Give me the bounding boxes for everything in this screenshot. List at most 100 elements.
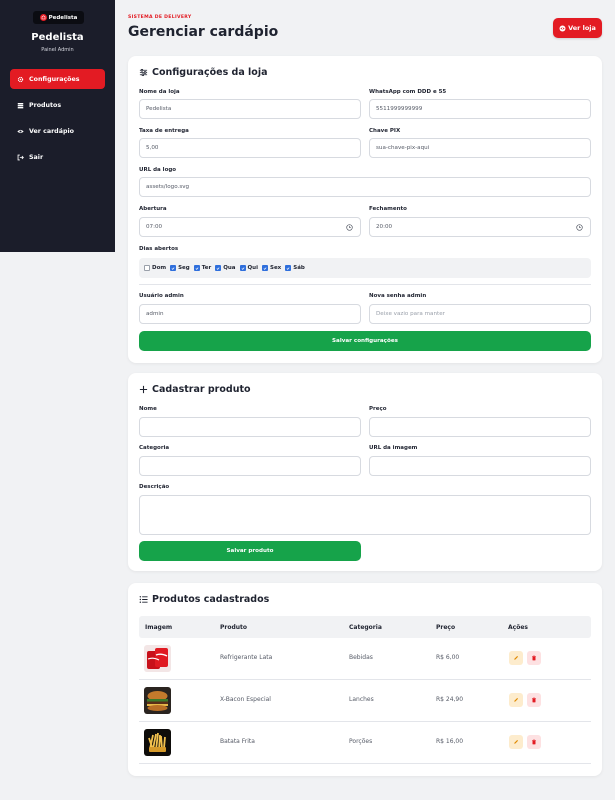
- check-icon: [263, 266, 267, 270]
- sidebar-subtitle: Painel Admin: [41, 47, 74, 53]
- product-name: X-Bacon Especial: [220, 696, 271, 703]
- admin-user-label: Usuário admin: [139, 293, 184, 299]
- product-name-input[interactable]: [139, 417, 361, 437]
- list-icon: [139, 596, 148, 603]
- sidebar-item-sair[interactable]: Sair: [10, 147, 105, 167]
- product-price: R$ 24,90: [436, 696, 464, 703]
- column-header-category: Categoria: [349, 624, 382, 631]
- product-category: Lanches: [349, 696, 374, 703]
- product-name: Refrigerante Lata: [220, 654, 273, 661]
- sliders-icon: [139, 68, 148, 77]
- brand-name: Pedelista: [48, 14, 78, 21]
- open-days-label: Dias abertos: [139, 246, 179, 252]
- store-icon: [39, 14, 47, 21]
- pix-input[interactable]: sua-chave-pix-aqui: [369, 138, 591, 158]
- check-icon: [195, 266, 199, 270]
- clock-icon[interactable]: [346, 224, 353, 231]
- product-description-textarea[interactable]: [139, 495, 591, 535]
- checkbox-checked[interactable]: [170, 265, 177, 271]
- checkbox-checked[interactable]: [261, 265, 268, 271]
- trash-icon: [532, 655, 536, 661]
- store-name-label: Nome da loja: [139, 89, 180, 95]
- open-time-input[interactable]: 07:00: [139, 217, 361, 237]
- open-days-group: Dom Seg Ter Qua Qui Sex Sáb: [139, 258, 591, 278]
- day-checkbox-dom[interactable]: Dom: [144, 265, 166, 271]
- product-thumbnail-burger: [144, 687, 171, 714]
- check-icon: [216, 266, 220, 270]
- logout-icon: [17, 154, 24, 160]
- eye-icon: [559, 24, 566, 32]
- sidebar-item-ver-cardapio[interactable]: Ver cardápio: [10, 121, 105, 141]
- eye-icon: [17, 129, 24, 133]
- day-checkbox-seg[interactable]: Seg: [170, 265, 190, 271]
- product-category-label: Categoria: [139, 445, 170, 451]
- delete-button[interactable]: [527, 693, 541, 707]
- sidebar-item-label: Configurações: [29, 75, 80, 83]
- sidebar-item-label: Sair: [29, 153, 44, 161]
- admin-pass-input[interactable]: Deixe vazio para manter: [369, 304, 591, 324]
- day-checkbox-ter[interactable]: Ter: [193, 265, 211, 271]
- admin-user-input[interactable]: admin: [139, 304, 361, 324]
- products-card-title: Produtos cadastrados: [139, 594, 269, 605]
- table-row: Refrigerante Lata Bebidas R$ 6,00: [139, 638, 591, 680]
- checkbox-checked[interactable]: [215, 265, 222, 271]
- logo-url-label: URL da logo: [139, 167, 177, 173]
- plus-icon: [139, 385, 148, 394]
- table-row: Batata Frita Porções R$ 16,00: [139, 722, 591, 764]
- edit-button[interactable]: [509, 693, 523, 707]
- products-card: Produtos cadastrados Imagem Produto Cate…: [128, 583, 602, 776]
- view-store-label: Ver loja: [568, 24, 596, 32]
- page-eyebrow: SISTEMA DE DELIVERY: [128, 15, 192, 20]
- clock-icon[interactable]: [576, 224, 583, 231]
- save-settings-button[interactable]: Salvar configurações: [139, 331, 591, 351]
- product-image-url-label: URL da imagem: [369, 445, 418, 451]
- delivery-fee-label: Taxa de entrega: [139, 128, 189, 134]
- product-category: Porções: [349, 738, 373, 745]
- whatsapp-input[interactable]: 5511999999999: [369, 99, 591, 119]
- column-header-product: Produto: [220, 624, 248, 631]
- store-name-input[interactable]: Pedelista: [139, 99, 361, 119]
- check-icon: [241, 266, 244, 270]
- check-icon: [171, 266, 175, 270]
- day-checkbox-qui[interactable]: Qui: [239, 265, 258, 271]
- edit-button[interactable]: [509, 735, 523, 749]
- trash-icon: [532, 697, 536, 703]
- column-header-price: Preço: [436, 624, 456, 631]
- day-checkbox-qua[interactable]: Qua: [215, 265, 236, 271]
- close-time-input[interactable]: 20:00: [369, 217, 591, 237]
- edit-button[interactable]: [509, 651, 523, 665]
- product-thumbnail-soda: [144, 645, 171, 672]
- brand-logo: Pedelista: [33, 11, 84, 24]
- sidebar-item-label: Produtos: [29, 101, 62, 109]
- delete-button[interactable]: [527, 651, 541, 665]
- product-category-input[interactable]: [139, 456, 361, 476]
- product-price: R$ 6,00: [436, 654, 460, 661]
- product-price-input[interactable]: [369, 417, 591, 437]
- sidebar-item-label: Ver cardápio: [29, 127, 74, 135]
- page-title: Gerenciar cardápio: [128, 24, 279, 40]
- checkbox[interactable]: [144, 265, 150, 271]
- pencil-icon: [514, 697, 519, 702]
- gear-icon: [17, 76, 24, 82]
- save-product-button[interactable]: Salvar produto: [139, 541, 361, 561]
- new-product-card: Cadastrar produto Nome Preço Categoria U…: [128, 373, 602, 571]
- delivery-fee-input[interactable]: 5,00: [139, 138, 361, 158]
- settings-card-title: Configurações da loja: [139, 67, 268, 78]
- product-price-label: Preço: [369, 406, 387, 412]
- logo-url-input[interactable]: assets/logo.svg: [139, 177, 591, 197]
- day-checkbox-sex[interactable]: Sex: [261, 265, 281, 271]
- new-product-card-title: Cadastrar produto: [139, 384, 251, 395]
- product-price: R$ 16,00: [436, 738, 464, 745]
- delete-button[interactable]: [527, 735, 541, 749]
- checkbox-checked[interactable]: [193, 265, 200, 271]
- view-store-button[interactable]: Ver loja: [553, 18, 602, 38]
- product-description-label: Descrição: [139, 484, 170, 490]
- pencil-icon: [514, 739, 519, 744]
- product-image-url-input[interactable]: [369, 456, 591, 476]
- checkbox-checked[interactable]: [239, 265, 246, 271]
- sidebar-item-produtos[interactable]: Produtos: [10, 95, 105, 115]
- checkbox-checked[interactable]: [285, 265, 292, 271]
- day-checkbox-sab[interactable]: Sáb: [285, 265, 305, 271]
- sidebar: Pedelista Pedelista Painel Admin Configu…: [0, 0, 115, 252]
- sidebar-item-configuracoes[interactable]: Configurações: [10, 69, 105, 89]
